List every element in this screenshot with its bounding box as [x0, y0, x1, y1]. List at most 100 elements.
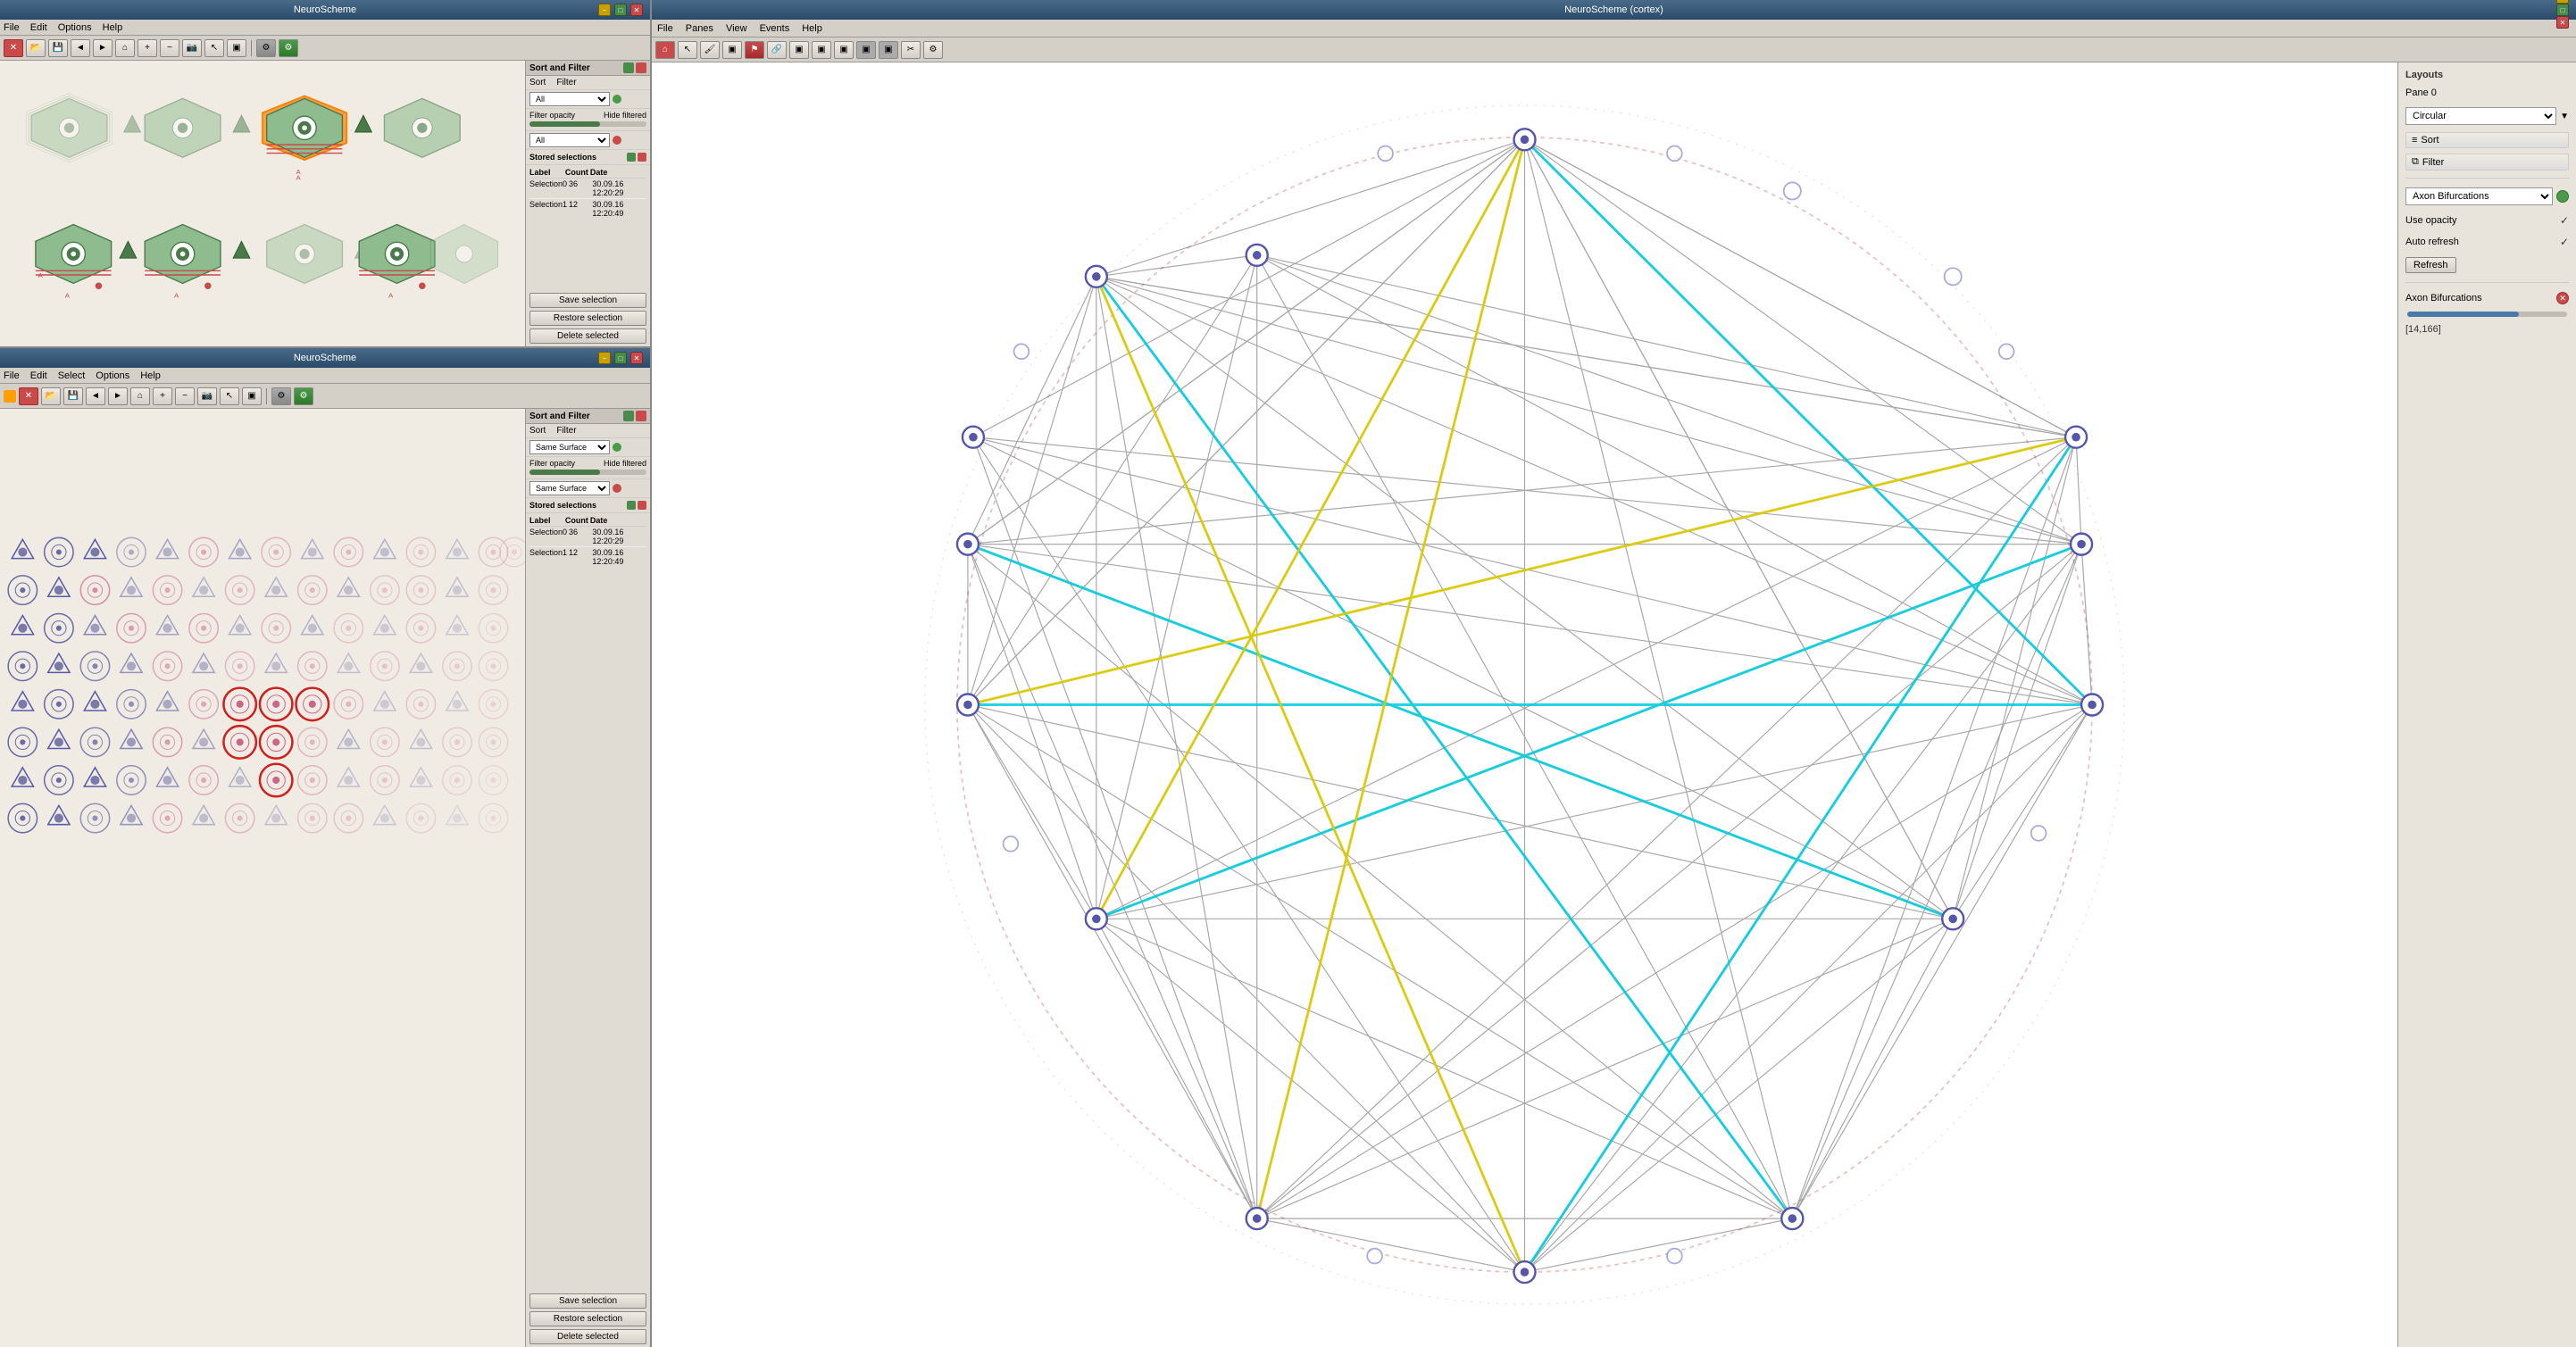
sf-b-filter2-combo[interactable]: Same Surface	[529, 481, 610, 495]
cortex-tb-box5[interactable]: ▣	[879, 41, 898, 59]
menu-b-select[interactable]: Select	[58, 370, 86, 381]
menu-options[interactable]: Options	[58, 22, 92, 33]
cortex-tb-box2[interactable]: ▣	[812, 41, 831, 59]
cortex-tb-home[interactable]: ⌂	[655, 41, 675, 59]
cortex-menu-file[interactable]: File	[657, 23, 673, 34]
sf-b-opacity-slider[interactable]	[529, 470, 646, 475]
sf-sel-row-0[interactable]: Selection0 36 30.09.16 12:20:29	[529, 179, 646, 199]
sort-row[interactable]: ≡ Sort	[2405, 132, 2569, 148]
sf-sel0-count: 36	[569, 179, 590, 197]
sf-b-stored-sel-header: Stored selections	[526, 498, 650, 513]
menu-edit[interactable]: Edit	[30, 22, 47, 33]
minimize-btn-b[interactable]: −	[598, 352, 611, 364]
axon-bif2-remove-btn[interactable]: ✕	[2556, 292, 2569, 304]
tb-b-camera[interactable]: 📷	[197, 387, 217, 405]
menu-b-options[interactable]: Options	[96, 370, 129, 381]
cortex-menu-view[interactable]: View	[726, 23, 747, 34]
tb-select[interactable]: ▣	[227, 39, 246, 57]
menu-help[interactable]: Help	[103, 22, 123, 33]
tb-b-zoomin[interactable]: +	[153, 387, 172, 405]
menu-b-edit[interactable]: Edit	[30, 370, 47, 381]
neurocheme-bottom-title: NeuroScheme	[294, 353, 356, 363]
tb-zoom-in[interactable]: +	[138, 39, 157, 57]
cortex-tb-scissors[interactable]: ✂	[901, 41, 921, 59]
maximize-btn-b[interactable]: □	[614, 352, 627, 364]
cortex-menu-panes[interactable]: Panes	[686, 23, 713, 34]
cortex-menu-events[interactable]: Events	[760, 23, 790, 34]
tb-b-select-rect[interactable]: ▣	[242, 387, 262, 405]
sf-b-stored-toggle[interactable]	[627, 501, 636, 510]
cortex-menu-help[interactable]: Help	[802, 23, 822, 34]
save-selection-bottom[interactable]: Save selection	[529, 1293, 646, 1309]
tb-back[interactable]: ◄	[71, 39, 90, 57]
tb-home[interactable]: ⌂	[115, 39, 135, 57]
maximize-btn[interactable]: □	[614, 4, 627, 16]
refresh-button[interactable]: Refresh	[2405, 257, 2456, 273]
sf-bottom-toggle[interactable]	[623, 411, 634, 421]
delete-selected-top[interactable]: Delete selected	[529, 328, 646, 344]
tb-b-view[interactable]: ⚙	[294, 387, 313, 405]
axon-bif-slider[interactable]	[2407, 312, 2567, 317]
tb-b-forward[interactable]: ►	[108, 387, 128, 405]
sf-filter1-combo[interactable]: All	[529, 92, 610, 106]
sf-stored-toggle[interactable]	[627, 153, 636, 162]
tb-layout[interactable]: ⚙	[256, 39, 276, 57]
menu-b-help[interactable]: Help	[140, 370, 161, 381]
restore-selection-bottom[interactable]: Restore selection	[529, 1311, 646, 1326]
sf-stored-close[interactable]	[638, 153, 646, 162]
tb-forward[interactable]: ►	[93, 39, 113, 57]
cortex-tb-box4[interactable]: ▣	[856, 41, 876, 59]
cortex-tb-gear[interactable]: ⚙	[923, 41, 943, 59]
close-btn-b[interactable]: ✕	[630, 352, 643, 364]
filter-row[interactable]: ⧉ Filter	[2405, 154, 2569, 170]
tb-view[interactable]: ⚙	[279, 39, 298, 57]
tb-open[interactable]: 📂	[26, 39, 46, 57]
sf-col-count: Count	[565, 168, 588, 177]
sf-top-close[interactable]	[636, 62, 646, 73]
cortex-maximize[interactable]: □	[2556, 4, 2569, 16]
tb-zoom-out[interactable]: −	[160, 39, 179, 57]
tb-b-back[interactable]: ◄	[86, 387, 105, 405]
sf-b-opacity-label: Filter opacity	[529, 459, 575, 468]
save-selection-top[interactable]: Save selection	[529, 293, 646, 308]
sf-opacity-slider[interactable]	[529, 121, 646, 127]
tb-b-save[interactable]: 💾	[63, 387, 83, 405]
axon-bif-add-btn[interactable]	[2556, 190, 2569, 203]
cortex-tb-flag[interactable]: ⚑	[745, 41, 764, 59]
tb-b-new[interactable]: ✕	[19, 387, 38, 405]
tb-b-layout[interactable]: ⚙	[271, 387, 291, 405]
delete-selected-bottom[interactable]: Delete selected	[529, 1329, 646, 1344]
circular-dropdown[interactable]: Circular Force Grid	[2405, 107, 2556, 125]
minimize-btn[interactable]: −	[598, 4, 611, 16]
sf-filter2-combo[interactable]: All	[529, 133, 610, 147]
tb-b-zoomout[interactable]: −	[175, 387, 195, 405]
sf-b-filter1-combo[interactable]: Same Surface	[529, 440, 610, 454]
cortex-tb-cursor[interactable]: ↖	[678, 41, 697, 59]
tb-b-open[interactable]: 📂	[41, 387, 61, 405]
axon-bif-dropdown[interactable]: Axon Bifurcations	[2405, 187, 2553, 205]
sf-sel-row-1[interactable]: Selection1 12 30.09.16 12:20:49	[529, 199, 646, 219]
cortex-tb-link[interactable]: 🔗	[767, 41, 787, 59]
menu-b-file[interactable]: File	[4, 370, 20, 381]
restore-selection-top[interactable]: Restore selection	[529, 311, 646, 326]
sf-top-toggle[interactable]	[623, 62, 634, 73]
cortex-tb-box1[interactable]: ▣	[789, 41, 809, 59]
tb-save[interactable]: 💾	[48, 39, 68, 57]
close-btn[interactable]: ✕	[630, 4, 643, 16]
cortex-tb-paint[interactable]: 🖌	[700, 41, 720, 59]
cortex-tb-box3[interactable]: ▣	[834, 41, 854, 59]
cortex-tb-select[interactable]: ▣	[722, 41, 742, 59]
cortex-toolbar: ⌂ ↖ 🖌 ▣ ⚑ 🔗 ▣ ▣ ▣ ▣ ▣ ✂ ⚙	[652, 37, 2576, 62]
sf-bottom-close[interactable]	[636, 411, 646, 421]
sf-b-stored-close[interactable]	[638, 501, 646, 510]
menu-file[interactable]: File	[4, 22, 20, 33]
tb-camera[interactable]: 📷	[182, 39, 202, 57]
sf-b-sel-row-1[interactable]: Selection1 12 30.09.16 12:20:49	[529, 547, 646, 567]
tb-cursor[interactable]: ↖	[204, 39, 224, 57]
tb-b-cursor[interactable]: ↖	[220, 387, 239, 405]
tb-b-home[interactable]: ⌂	[130, 387, 150, 405]
cortex-close[interactable]: ✕	[2556, 16, 2569, 29]
sf-col-label: Label	[529, 168, 563, 177]
tb-new[interactable]: ✕	[4, 39, 23, 57]
sf-b-sel-row-0[interactable]: Selection0 36 30.09.16 12:20:29	[529, 527, 646, 547]
